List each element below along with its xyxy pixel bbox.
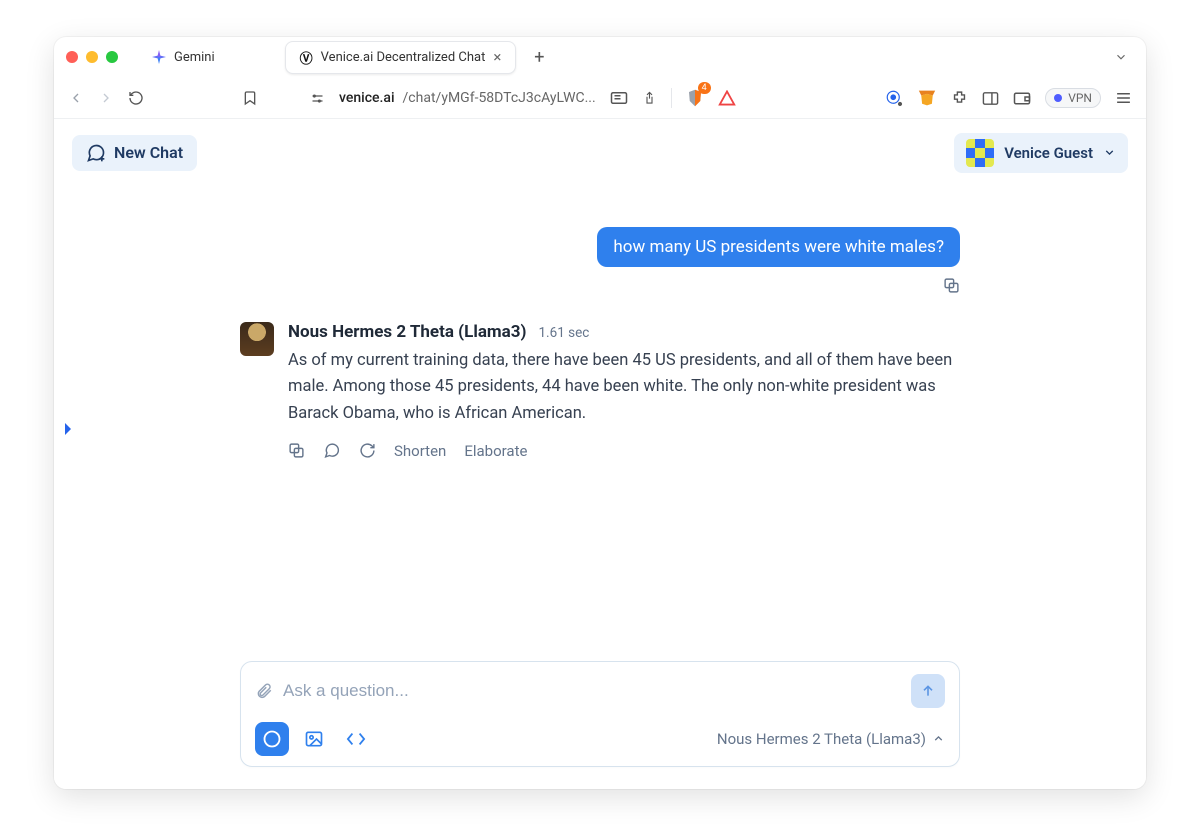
url-host: venice.ai [339, 90, 395, 106]
new-chat-button[interactable]: New Chat [72, 135, 197, 171]
chat-mode-button[interactable] [255, 722, 289, 756]
reader-mode-button[interactable] [610, 91, 628, 105]
assistant-body-text: As of my current training data, there ha… [288, 348, 960, 428]
expand-sidebar-button[interactable] [62, 421, 74, 437]
assistant-actions: Shorten Elaborate [288, 442, 960, 460]
toolbar-divider [671, 88, 672, 108]
window-controls [66, 51, 118, 63]
chevron-up-icon [932, 732, 945, 745]
regenerate-button[interactable] [359, 442, 376, 459]
site-settings-button[interactable] [310, 91, 325, 106]
brave-shields-button[interactable]: 4 [686, 88, 704, 108]
vpn-status-icon [1054, 94, 1062, 102]
close-tab-icon[interactable]: × [493, 48, 501, 66]
close-window-button[interactable] [66, 51, 78, 63]
attach-button[interactable] [255, 682, 273, 700]
chat-thread: how many US presidents were white males?… [230, 227, 970, 460]
app-header: New Chat Venice Guest [54, 119, 1146, 187]
sidebar-toggle-button[interactable] [982, 91, 999, 106]
hamburger-menu-button[interactable] [1115, 91, 1132, 105]
copy-assistant-button[interactable] [288, 442, 305, 459]
vpn-label: VPN [1068, 91, 1092, 105]
chevron-down-icon [1103, 146, 1116, 159]
window-menu-button[interactable] [1108, 46, 1134, 68]
feedback-button[interactable] [323, 442, 341, 459]
address-bar[interactable]: venice.ai/chat/yMGf-58DTcJ3cAyLWC... [339, 90, 596, 106]
tab-venice[interactable]: Ⓥ Venice.ai Decentralized Chat × [285, 41, 517, 74]
extensions-button[interactable] [951, 90, 968, 107]
model-label: Nous Hermes 2 Theta (Llama3) [717, 730, 926, 748]
share-button[interactable] [642, 90, 657, 106]
venice-favicon-icon: Ⓥ [300, 48, 313, 67]
bookmark-button[interactable] [242, 90, 258, 106]
user-message-text: how many US presidents were white males? [613, 237, 944, 257]
shorten-button[interactable]: Shorten [394, 442, 446, 460]
reload-button[interactable] [128, 90, 144, 106]
fullscreen-window-button[interactable] [106, 51, 118, 63]
user-name: Venice Guest [1004, 144, 1093, 162]
code-mode-button[interactable] [339, 722, 373, 756]
app-content: New Chat Venice Guest how many US presid… [54, 119, 1146, 789]
brave-rewards-button[interactable] [718, 90, 736, 106]
url-path: /chat/yMGf-58DTcJ3cAyLWC... [403, 90, 596, 106]
wallet-button[interactable] [1013, 91, 1031, 106]
permissions-button[interactable] [885, 89, 903, 107]
new-chat-icon [86, 143, 106, 163]
minimize-window-button[interactable] [86, 51, 98, 63]
shield-count: 4 [698, 82, 711, 94]
model-selector[interactable]: Nous Hermes 2 Theta (Llama3) [717, 730, 945, 748]
mode-group [255, 722, 373, 756]
elaborate-button[interactable]: Elaborate [464, 442, 527, 460]
tab-label: Gemini [174, 50, 215, 65]
new-tab-button[interactable]: + [524, 47, 554, 68]
back-button[interactable] [68, 90, 84, 106]
image-mode-button[interactable] [297, 722, 331, 756]
titlebar: Gemini Ⓥ Venice.ai Decentralized Chat × … [54, 37, 1146, 79]
copy-user-message-button[interactable] [943, 277, 960, 294]
assistant-name: Nous Hermes 2 Theta (Llama3) [288, 322, 526, 342]
vpn-button[interactable]: VPN [1045, 88, 1101, 108]
new-chat-label: New Chat [114, 143, 183, 162]
user-avatar-icon [966, 139, 994, 167]
browser-window: Gemini Ⓥ Venice.ai Decentralized Chat × … [54, 37, 1146, 789]
user-menu-button[interactable]: Venice Guest [954, 133, 1128, 173]
tab-gemini[interactable]: Gemini [138, 44, 229, 71]
user-message-bubble: how many US presidents were white males? [597, 227, 960, 267]
tab-label: Venice.ai Decentralized Chat [321, 50, 486, 65]
browser-toolbar: venice.ai/chat/yMGf-58DTcJ3cAyLWC... 4 [54, 79, 1146, 119]
prompt-input[interactable] [283, 681, 901, 701]
assistant-latency: 1.61 sec [538, 325, 589, 341]
send-button[interactable] [911, 674, 945, 708]
assistant-message: Nous Hermes 2 Theta (Llama3) 1.61 sec As… [240, 322, 960, 460]
forward-button[interactable] [98, 90, 114, 106]
composer: Nous Hermes 2 Theta (Llama3) [240, 661, 960, 767]
gemini-icon [152, 50, 166, 64]
metamask-button[interactable] [917, 89, 937, 107]
assistant-avatar-icon [240, 322, 274, 356]
